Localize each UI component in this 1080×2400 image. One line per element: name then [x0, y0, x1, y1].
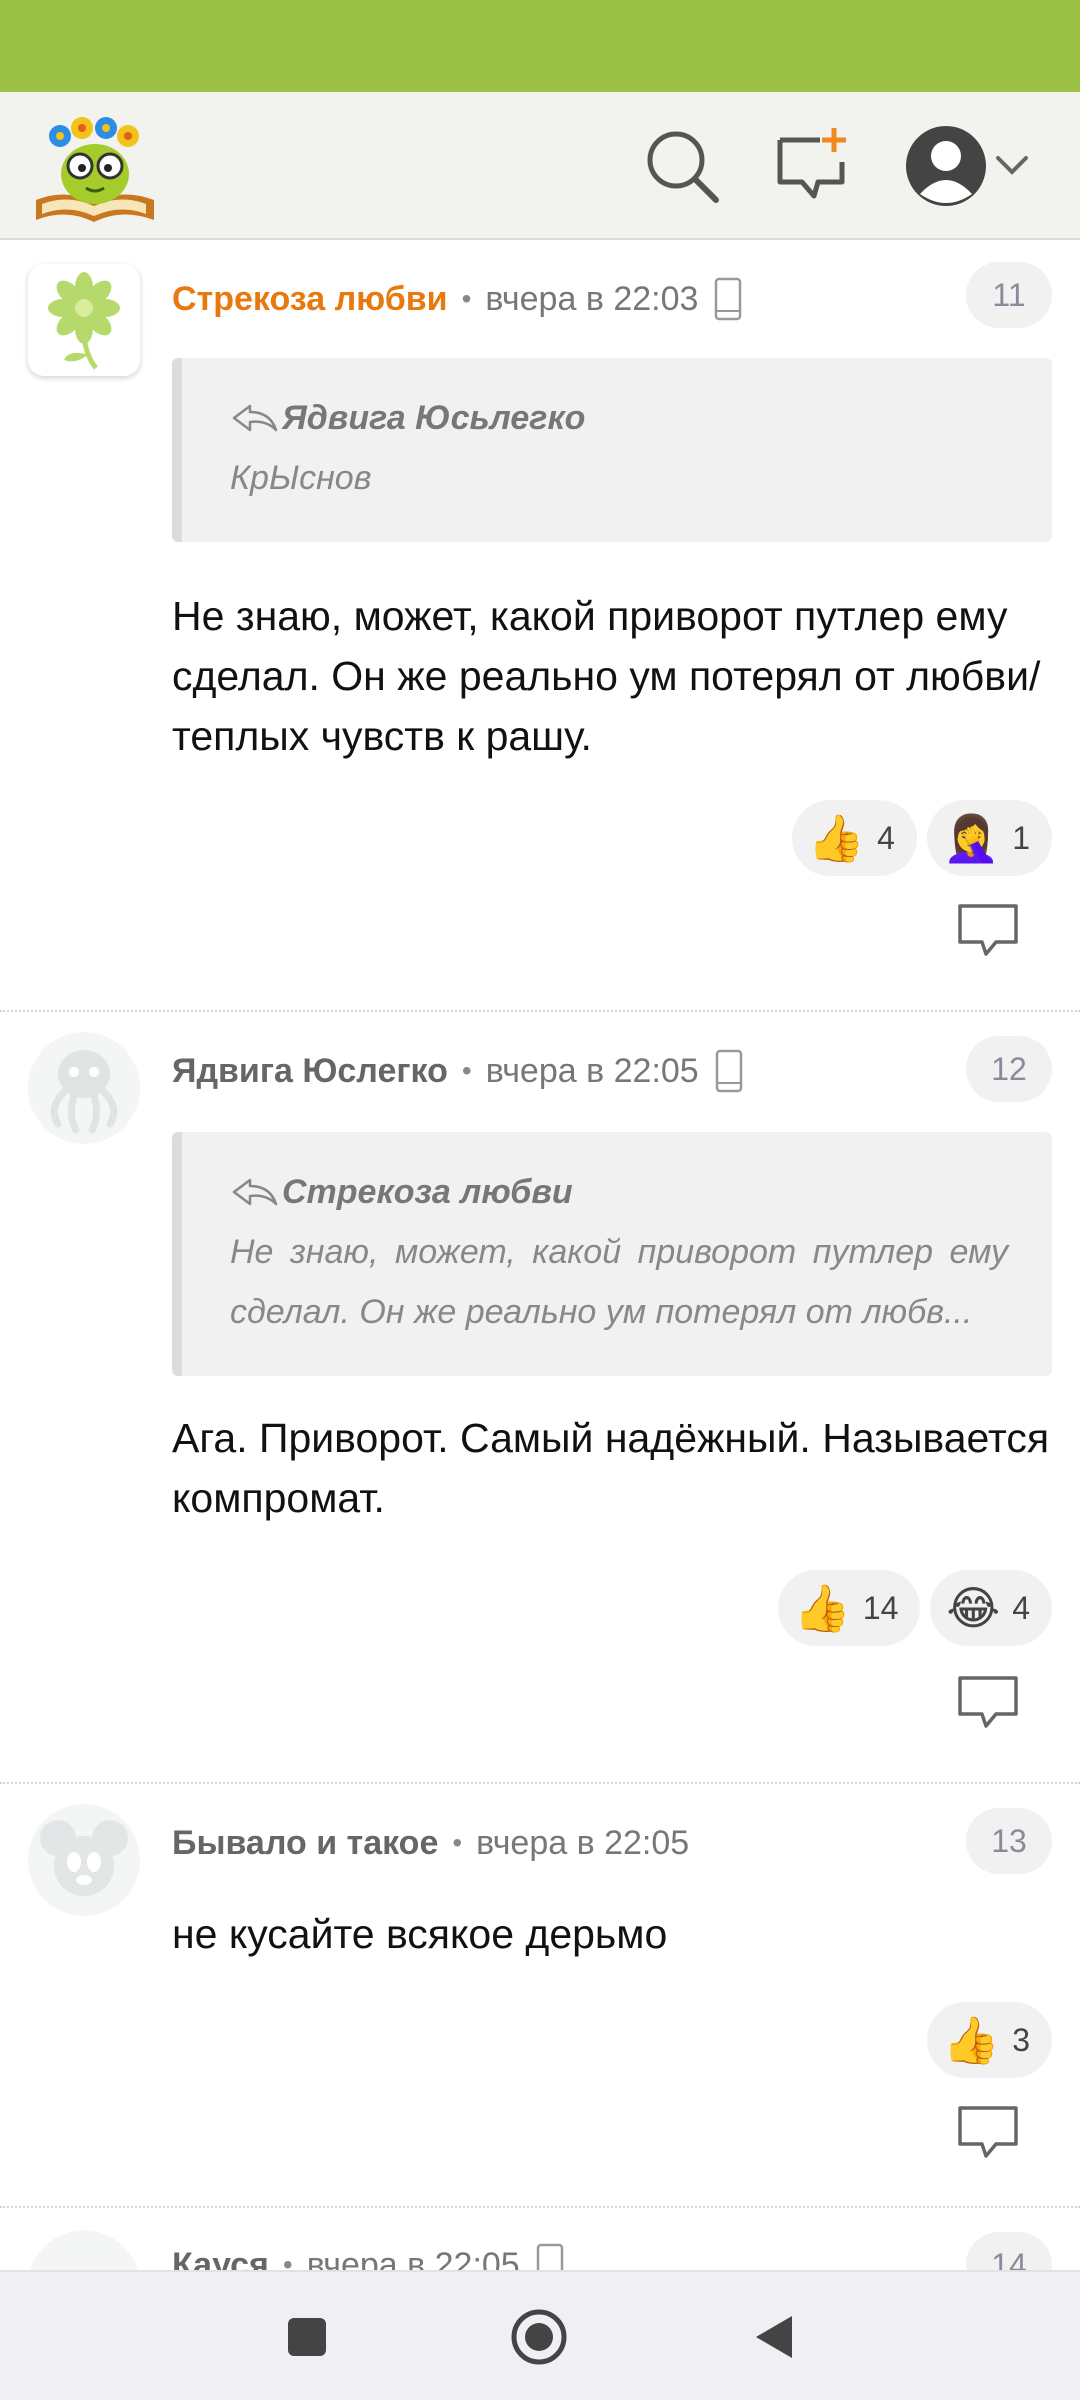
- reactions-row: 👍 3: [926, 2002, 1052, 2078]
- flower-avatar-icon: [48, 272, 120, 370]
- reaction-count: 4: [877, 819, 895, 856]
- mobile-device-icon: [715, 1049, 742, 1093]
- meta-separator: •: [461, 1055, 472, 1086]
- reaction-count: 14: [862, 1589, 899, 1626]
- meta-separator: •: [452, 1827, 463, 1858]
- quote-text: Не знаю, может, какой приворот путлер ем…: [230, 1233, 1008, 1331]
- reply-arrow-icon: [232, 1178, 278, 1206]
- site-logo-icon[interactable]: [30, 108, 160, 224]
- home-circle-icon[interactable]: [504, 2302, 574, 2372]
- reaction-facepalm[interactable]: 🤦‍♀️ 1: [926, 800, 1052, 876]
- laughing-face-icon: 😂: [946, 1582, 1001, 1634]
- comment-author[interactable]: Ядвига Юслегко: [172, 1052, 448, 1091]
- quote-author: Ядвига Юсьлегко: [282, 398, 586, 437]
- reply-comment-icon[interactable]: [956, 2104, 1020, 2160]
- mobile-device-icon: [715, 277, 742, 321]
- quoted-reply[interactable]: Ядвига Юсьлегко КрЫснов: [172, 358, 1052, 542]
- comment-time[interactable]: вчера в 22:03: [485, 280, 698, 319]
- reply-arrow-icon: [232, 404, 278, 432]
- comment-number[interactable]: 11: [966, 262, 1052, 328]
- comment-meta: Ядвига Юслегко • вчера в 22:05: [172, 1046, 743, 1096]
- app-header: [0, 92, 1080, 240]
- reaction-count: 1: [1012, 819, 1030, 856]
- comment-author[interactable]: Бывало и такое: [172, 1824, 438, 1863]
- system-navigation-bar: [0, 2270, 1080, 2400]
- reaction-like[interactable]: 👍 4: [791, 800, 917, 876]
- user-avatar[interactable]: [28, 264, 140, 376]
- quote-text: КрЫснов: [230, 459, 372, 497]
- comment-text: не кусайте всякое дерьмо: [172, 1911, 668, 1957]
- search-icon[interactable]: [642, 126, 722, 206]
- mouse-avatar-icon: [40, 1820, 128, 1896]
- user-avatar[interactable]: [28, 1032, 140, 1144]
- comment-meta: Стрекоза любви • вчера в 22:03: [172, 274, 742, 324]
- reaction-like[interactable]: 👍 3: [926, 2002, 1052, 2078]
- reaction-like[interactable]: 👍 14: [777, 1570, 921, 1646]
- new-message-icon[interactable]: [774, 126, 854, 206]
- octopus-avatar-icon: [50, 1050, 118, 1134]
- comment-meta: Кауся • вчера в 22:05: [172, 2240, 564, 2270]
- comment-number[interactable]: 12: [966, 1036, 1052, 1102]
- quote-author: Стрекоза любви: [282, 1172, 573, 1211]
- meta-separator: •: [461, 283, 472, 314]
- comment-number[interactable]: 13: [966, 1808, 1052, 1874]
- reply-comment-icon[interactable]: [956, 1674, 1020, 1730]
- comment-number[interactable]: 14: [966, 2232, 1052, 2270]
- comment-author[interactable]: Стрекоза любви: [172, 280, 448, 319]
- chevron-down-icon[interactable]: [992, 150, 1032, 180]
- comment-time[interactable]: вчера в 22:05: [307, 2246, 520, 2271]
- reaction-count: 4: [1012, 1589, 1030, 1626]
- mobile-device-icon: [536, 2243, 563, 2270]
- comment-text: Ага. Приворот. Самый надёжный. Называетс…: [172, 1415, 1050, 1521]
- recents-square-icon[interactable]: [272, 2302, 342, 2372]
- status-bar: [0, 0, 1080, 92]
- thumbs-up-icon: 👍: [793, 1582, 851, 1634]
- user-avatar[interactable]: [28, 2230, 140, 2270]
- reply-comment-icon[interactable]: [956, 902, 1020, 958]
- thumbs-up-icon: 👍: [807, 812, 866, 864]
- comment-item: Бывало и такое • вчера в 22:05 13 не кус…: [0, 1784, 1080, 2208]
- comment-time[interactable]: вчера в 22:05: [486, 1052, 699, 1091]
- reactions-row: 👍 14 😂 4: [777, 1570, 1052, 1646]
- reaction-count: 3: [1012, 2021, 1030, 2058]
- reaction-laugh[interactable]: 😂 4: [930, 1570, 1052, 1646]
- comment-item: Кауся • вчера в 22:05 14: [0, 2208, 1080, 2270]
- reactions-row: 👍 4 🤦‍♀️ 1: [791, 800, 1052, 876]
- comment-item: Стрекоза любви • вчера в 22:03 11 Ядвига…: [0, 242, 1080, 1012]
- comment-meta: Бывало и такое • вчера в 22:05: [172, 1818, 689, 1868]
- back-triangle-icon[interactable]: [738, 2302, 808, 2372]
- comments-feed: Стрекоза любви • вчера в 22:03 11 Ядвига…: [0, 242, 1080, 2270]
- quoted-reply[interactable]: Стрекоза любви Не знаю, может, какой при…: [172, 1132, 1052, 1376]
- thumbs-up-icon: 👍: [942, 2014, 1001, 2066]
- facepalm-icon: 🤦‍♀️: [942, 812, 1001, 864]
- comment-text: Не знаю, может, какой приворот путлер ем…: [172, 593, 1041, 759]
- meta-separator: •: [282, 2249, 293, 2270]
- comment-author[interactable]: Кауся: [172, 2246, 269, 2271]
- user-avatar[interactable]: [28, 1804, 140, 1916]
- comment-item: Ядвига Юслегко • вчера в 22:05 12 Стреко…: [0, 1012, 1080, 1784]
- comment-time[interactable]: вчера в 22:05: [476, 1824, 689, 1863]
